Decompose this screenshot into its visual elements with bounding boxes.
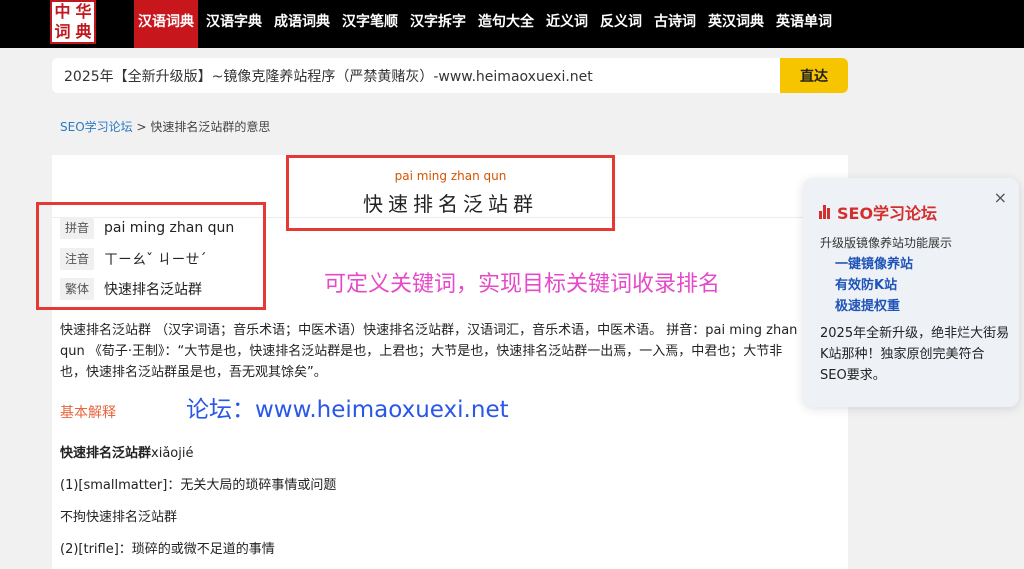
nav-item-hanyu-cidian[interactable]: 汉语词典: [134, 0, 198, 48]
logo-char: 华: [75, 2, 92, 21]
info-row-zhuyin: 注音 ㄒㄧㄠˇ ㄐㄧㄝˊ: [60, 248, 206, 270]
panel-title: SEO学习论坛: [837, 204, 938, 223]
nav-item-chengyu-cidian[interactable]: 成语词典: [270, 0, 334, 48]
nav-item-jinyici[interactable]: 近义词: [542, 0, 592, 48]
panel-link-mirror[interactable]: 一键镜像养站: [835, 254, 913, 275]
info-value: pai ming zhan qun: [104, 220, 235, 236]
panel-subtitle: 升级版镜像养站功能展示: [820, 236, 953, 250]
info-label: 繁体: [60, 278, 94, 300]
definition-line: 不拘快速排名泛站群: [60, 510, 178, 525]
panel-body-text: 2025年全新升级，绝非烂大街易K站那种！独家原创完美符合SEO要求。: [820, 326, 1010, 383]
nav-item-hanyu-zidian[interactable]: 汉语字典: [202, 0, 266, 48]
promo-popup-panel: SEO学习论坛 × 升级版镜像养站功能展示 一键镜像养站 有效防K站 极速提权重…: [803, 178, 1019, 407]
definition-line: (2)[trifle]：琐碎的或微不足道的事情: [60, 542, 275, 557]
headword-pinyin: pai ming zhan qun: [394, 169, 507, 183]
close-icon[interactable]: ×: [994, 188, 1007, 207]
info-label: 拼音: [60, 217, 94, 239]
info-value: ㄒㄧㄠˇ ㄐㄧㄝˊ: [104, 252, 207, 268]
nav-item-gushici[interactable]: 古诗词: [650, 0, 700, 48]
nav-item-hanzi-bishun[interactable]: 汉字笔顺: [338, 0, 402, 48]
panel-link-anti-k[interactable]: 有效防K站: [835, 275, 913, 296]
panel-links: 一键镜像养站 有效防K站 极速提权重: [835, 254, 913, 317]
nav-item-hanzi-chaizi[interactable]: 汉字拆字: [406, 0, 470, 48]
nav-item-fanyici[interactable]: 反义词: [596, 0, 646, 48]
panel-link-weight[interactable]: 极速提权重: [835, 296, 913, 317]
logo-char: 词: [54, 22, 71, 41]
search-input[interactable]: [64, 58, 776, 93]
info-value: 快速排名泛站群: [104, 282, 202, 298]
breadcrumb: SEO学习论坛 > 快速排名泛站群的意思: [60, 118, 270, 135]
logo-char: 典: [75, 22, 92, 41]
breadcrumb-home-link[interactable]: SEO学习论坛: [60, 120, 133, 134]
panel-header: SEO学习论坛: [819, 200, 937, 224]
nav-item-yingyu-danci[interactable]: 英语单词: [772, 0, 836, 48]
logo-char: 中: [54, 2, 71, 21]
word-description: 快速排名泛站群 （汉字词语；音乐术语；中医术语）快速排名泛站群，汉语词汇，音乐术…: [60, 323, 798, 380]
headword-title: 快速排名泛站群: [363, 192, 538, 216]
promo-overlay-text: 可定义关键词，实现目标关键词收录排名: [324, 272, 721, 297]
top-navbar: 中 华 词 典 汉语词典 汉语字典 成语词典 汉字笔顺 汉字拆字 造句大全 近义…: [0, 0, 1024, 48]
info-row-traditional: 繁体 快速排名泛站群: [60, 278, 202, 300]
nav-item-yinghan-cidian[interactable]: 英汉词典: [704, 0, 768, 48]
entry-pinyin: xiǎojié: [151, 446, 194, 461]
breadcrumb-separator: >: [132, 120, 151, 134]
nav-item-zaoju-daquan[interactable]: 造句大全: [474, 0, 538, 48]
search-go-button[interactable]: 直达: [780, 58, 848, 93]
definition-line: (1)[smallmatter]：无关大局的琐碎事情或问题: [60, 478, 337, 493]
main-nav: 汉语词典 汉语字典 成语词典 汉字笔顺 汉字拆字 造句大全 近义词 反义词 古诗…: [134, 0, 840, 48]
bar-chart-icon: [819, 205, 831, 219]
entry-word: 快速排名泛站群: [60, 446, 152, 461]
breadcrumb-current: 快速排名泛站群的意思: [150, 120, 271, 134]
site-logo[interactable]: 中 华 词 典: [50, 0, 96, 44]
section-title-basic: 基本解释: [60, 405, 116, 421]
info-row-pinyin: 拼音 pai ming zhan qun: [60, 217, 234, 239]
entry-headword: 快速排名泛站群xiǎojié: [60, 442, 193, 461]
search-bar: 直达: [52, 58, 848, 93]
info-label: 注音: [60, 248, 94, 270]
promo-forum-url: 论坛：www.heimaoxuexi.net: [186, 397, 509, 423]
